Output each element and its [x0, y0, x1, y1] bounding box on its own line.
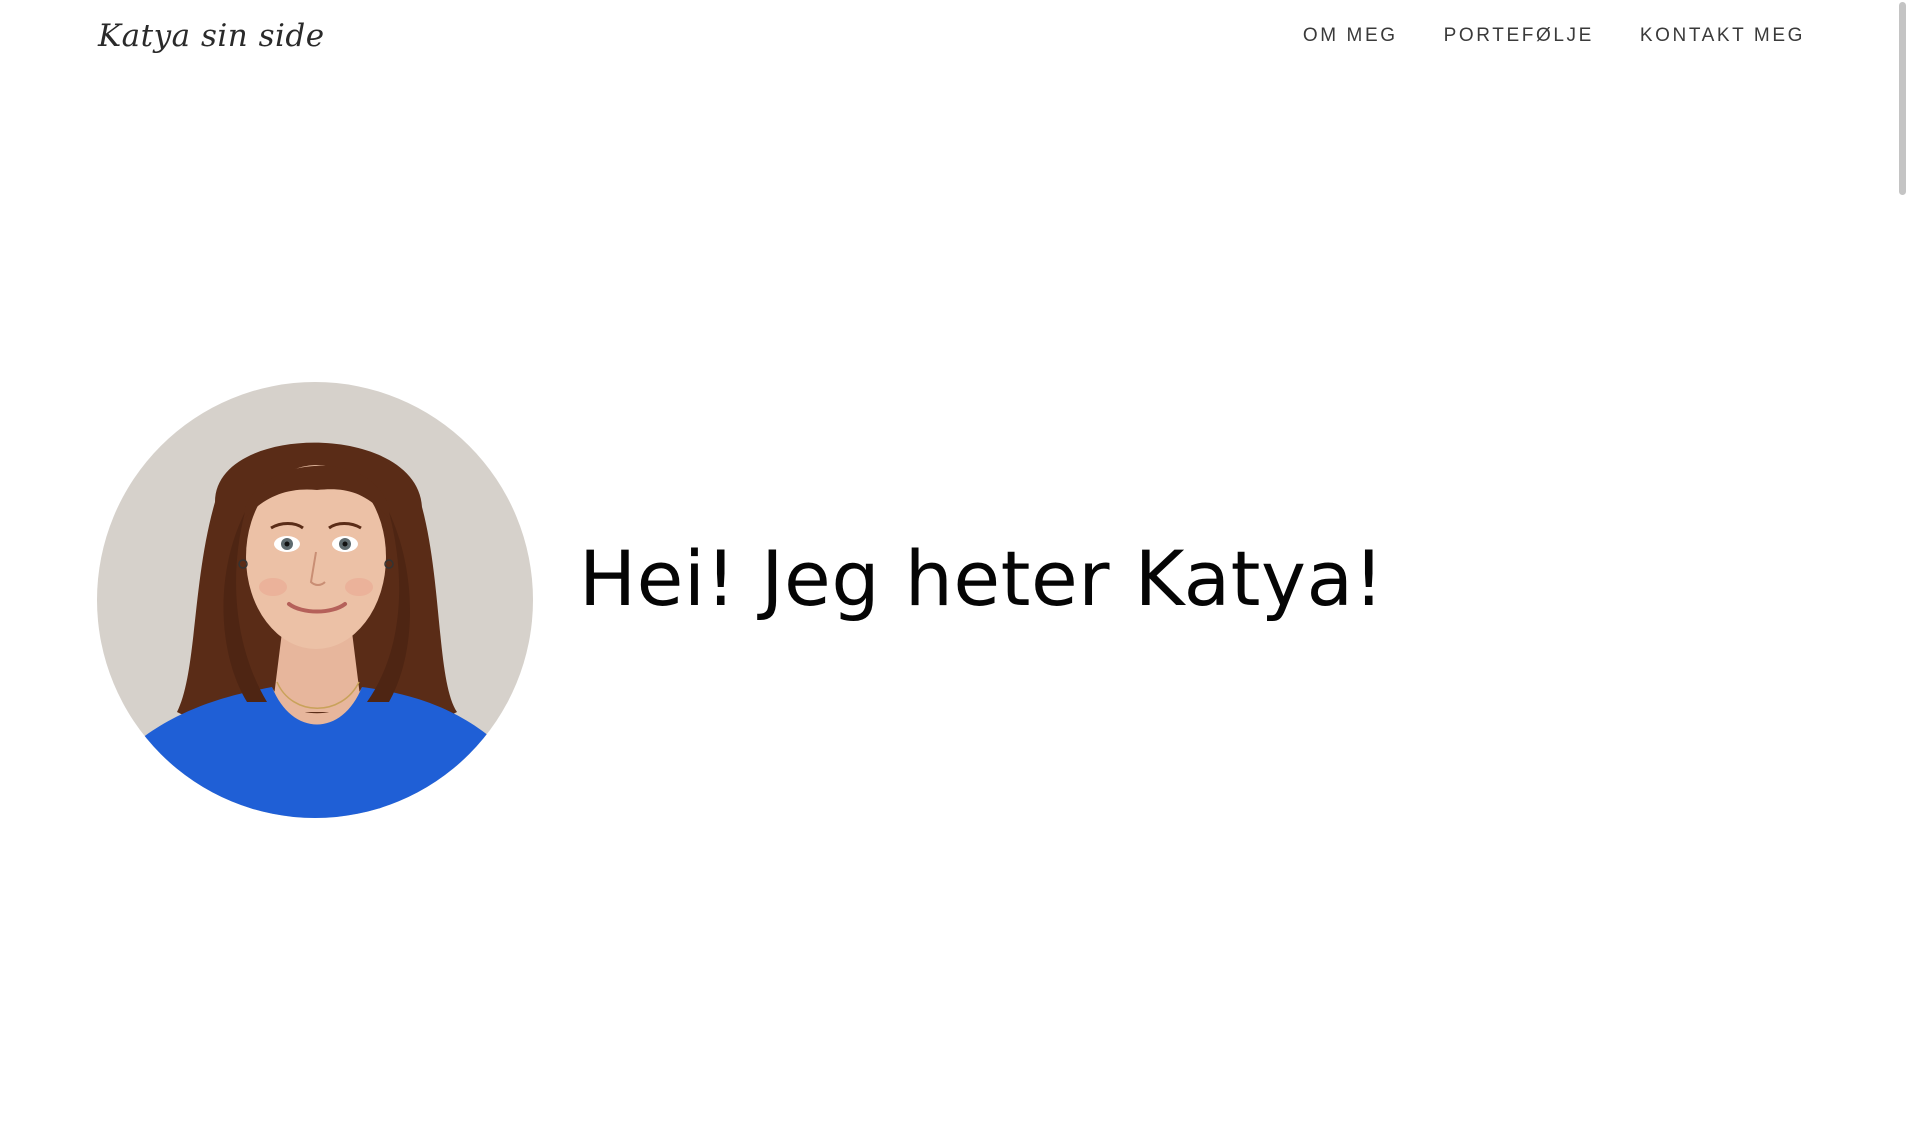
profile-photo: [97, 382, 533, 818]
scrollbar-thumb[interactable]: [1899, 2, 1906, 195]
hero-heading: Hei! Jeg heter Katya!: [579, 533, 1385, 623]
nav-item-portefolje[interactable]: PORTEFØLJE: [1444, 25, 1594, 47]
portrait-illustration: [97, 382, 533, 818]
vertical-scrollbar[interactable]: [1895, 0, 1910, 1129]
nav-item-kontakt-meg[interactable]: KONTAKT MEG: [1640, 25, 1805, 47]
site-logo[interactable]: Katya sin side: [98, 18, 325, 54]
hero-section: Hei! Jeg heter Katya!: [97, 382, 1385, 818]
nav-item-om-meg[interactable]: OM MEG: [1303, 25, 1398, 47]
site-header: Katya sin side OM MEG PORTEFØLJE KONTAKT…: [0, 0, 1895, 80]
main-nav: OM MEG PORTEFØLJE KONTAKT MEG: [1303, 25, 1805, 47]
